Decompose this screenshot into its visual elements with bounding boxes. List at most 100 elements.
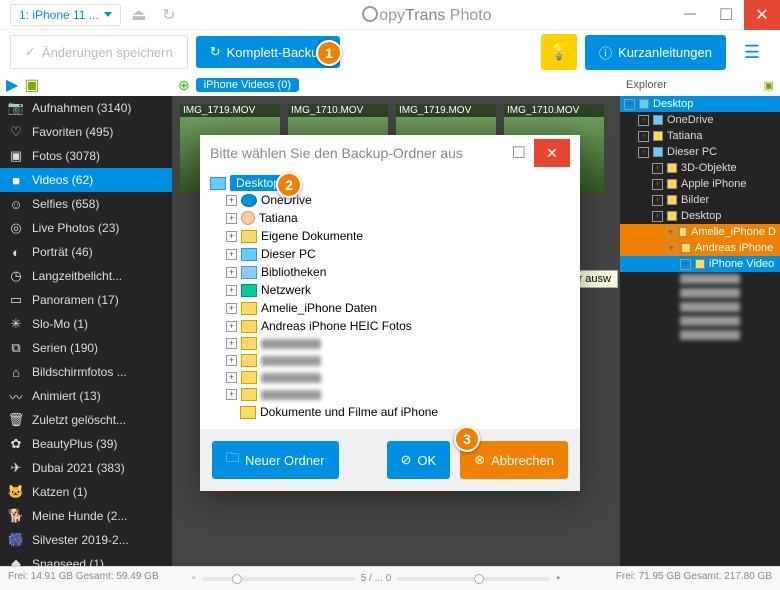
sidebar-item[interactable]: ⌂Bildschirmfotos ... (0, 360, 172, 384)
dialog-close-button[interactable]: ✕ (534, 139, 570, 167)
sidebar-item[interactable]: 🗑Zuletzt gelöscht... (0, 408, 172, 432)
expander-icon[interactable]: + (652, 179, 663, 190)
expander-icon[interactable]: + (226, 285, 237, 296)
tree-item[interactable]: +Apple iPhone (620, 176, 780, 192)
sidebar-item-label: Snapseed (1) (32, 557, 104, 566)
status-bar: Frei: 14.91 GB Gesamt: 59.49 GB ▫ 5 / ..… (0, 566, 780, 590)
sidebar-item[interactable]: 🐕Meine Hunde (2... (0, 504, 172, 528)
folder-tree-item-label[interactable]: Dokumente und Filme auf iPhone (260, 405, 438, 419)
tree-item[interactable]: +Desktop (620, 96, 780, 112)
expander-icon[interactable]: + (226, 389, 237, 400)
folder-tree-item[interactable]: +Bibliotheken (210, 263, 570, 281)
expander-icon[interactable]: + (652, 163, 663, 174)
expander-icon[interactable]: + (226, 321, 237, 332)
expander-icon[interactable]: + (226, 249, 237, 260)
expander-icon[interactable]: + (226, 355, 237, 366)
monitor-icon (653, 147, 663, 157)
expander-icon[interactable]: + (638, 147, 649, 158)
close-button[interactable]: ✕ (744, 0, 780, 30)
album-icon[interactable]: ▣ (24, 75, 39, 95)
dialog-maximize-icon[interactable]: ☐ (512, 143, 526, 163)
sidebar-item[interactable]: ▣Fotos (3078) (0, 144, 172, 168)
expander-icon[interactable]: + (638, 131, 649, 142)
save-changes-button[interactable]: ✓ Änderungen speichern (10, 35, 188, 69)
expander-icon[interactable]: + (652, 211, 663, 222)
refresh-icon[interactable]: ↻ (157, 3, 181, 27)
sidebar-item-icon: ⧉ (8, 340, 24, 356)
expander-icon[interactable]: + (680, 259, 691, 270)
sidebar-item[interactable]: ✳Slo-Mo (1) (0, 312, 172, 336)
expander-icon[interactable]: + (226, 303, 237, 314)
expander-icon[interactable]: + (652, 195, 663, 206)
sidebar-item[interactable]: 🐱Katzen (1) (0, 480, 172, 504)
zoom-in-icon[interactable]: ▪ (556, 573, 560, 584)
plus-icon[interactable]: ⊕ (178, 77, 190, 94)
expander-icon[interactable]: + (226, 338, 237, 349)
tree-item[interactable]: +iPhone Video (620, 256, 780, 272)
folder-tree-item[interactable]: +Andreas iPhone HEIC Fotos (210, 317, 570, 335)
tree-item[interactable]: +Bilder (620, 192, 780, 208)
folder-icon[interactable]: ▣ (764, 79, 774, 92)
sidebar-item[interactable]: ✈Dubai 2021 (383) (0, 456, 172, 480)
play-icon[interactable]: ▶ (6, 75, 18, 95)
expander-icon[interactable]: + (226, 213, 237, 224)
sidebar-item[interactable]: 〰Animiert (13) (0, 384, 172, 408)
tree-item[interactable]: +Andreas iPhone (620, 240, 780, 256)
expander-icon[interactable]: + (666, 243, 677, 254)
folder-tree-item[interactable]: +Dieser PC (210, 245, 570, 263)
sidebar-item[interactable]: ■Videos (62) (0, 168, 172, 192)
device-dropdown[interactable]: 1: iPhone 11 ... (10, 4, 121, 26)
chevron-down-icon (104, 12, 112, 17)
tree-item[interactable]: +Amelie_iPhone D (620, 224, 780, 240)
step-marker-1: 1 (316, 40, 342, 66)
sidebar-item[interactable]: ✿BeautyPlus (39) (0, 432, 172, 456)
folder-icon (667, 163, 677, 173)
sidebar-item-icon: 〰 (8, 388, 24, 404)
folder-icon (241, 354, 257, 367)
sidebar-item[interactable]: ◎Live Photos (23) (0, 216, 172, 240)
expander-icon[interactable]: + (226, 267, 237, 278)
sidebar-item[interactable]: 🎆Silvester 2019-2... (0, 528, 172, 552)
minimize-button[interactable]: ─ (672, 0, 708, 30)
tree-item[interactable]: +3D-Objekte (620, 160, 780, 176)
menu-button[interactable]: ☰ (734, 34, 770, 70)
folder-icon (241, 371, 257, 384)
tree-item[interactable]: +Dieser PC (620, 144, 780, 160)
expander-icon[interactable]: + (624, 99, 635, 110)
zoom-slider[interactable]: ▫ 5 / ... 0 ▪ (192, 567, 560, 590)
sidebar-left: ▶ ▣ 📷Aufnahmen (3140)♡Favoriten (495)▣Fo… (0, 74, 172, 566)
sidebar-item[interactable]: ☺Selfies (658) (0, 192, 172, 216)
folder-tree-item[interactable]: +Amelie_iPhone Daten (210, 299, 570, 317)
new-folder-button[interactable]: 🗀 Neuer Ordner (212, 441, 339, 479)
folder-tree-item[interactable]: +Netzwerk (210, 281, 570, 299)
folder-tree-item[interactable]: +Eigene Dokumente (210, 227, 570, 245)
sidebar-item[interactable]: ◆Snapseed (1) (0, 552, 172, 566)
sidebar-item-icon: ▣ (8, 148, 24, 164)
hint-button[interactable]: 💡 (541, 34, 577, 70)
sidebar-item[interactable]: ▭Panoramen (17) (0, 288, 172, 312)
net-icon (241, 284, 257, 297)
tree-item[interactable]: +Desktop (620, 208, 780, 224)
quickguides-button[interactable]: ⓘ Kurzanleitungen (585, 35, 726, 70)
ok-button[interactable]: ⊘ OK (387, 441, 451, 479)
expander-icon[interactable]: + (638, 115, 649, 126)
tree-item[interactable]: +OneDrive (620, 112, 780, 128)
expander-icon[interactable]: + (226, 231, 237, 242)
sidebar-item[interactable]: ⧉Serien (190) (0, 336, 172, 360)
folder-tree-item[interactable]: +OneDrive (210, 191, 570, 209)
zoom-out-icon[interactable]: ▫ (192, 573, 196, 584)
folder-tree-item[interactable]: +Tatiana (210, 209, 570, 227)
sidebar-item-label: Favoriten (495) (32, 125, 113, 139)
sidebar-item[interactable]: ♡Favoriten (495) (0, 120, 172, 144)
tree-item[interactable]: +Tatiana (620, 128, 780, 144)
expander-icon[interactable]: + (666, 227, 675, 238)
onedrive-icon (653, 115, 663, 125)
expander-icon[interactable]: + (226, 372, 237, 383)
center-header-pill[interactable]: iPhone Videos (0) (196, 78, 299, 92)
maximize-button[interactable]: ☐ (708, 0, 744, 30)
expander-icon[interactable]: + (226, 195, 237, 206)
eject-icon[interactable]: ⏏ (127, 3, 151, 27)
sidebar-item[interactable]: 📷Aufnahmen (3140) (0, 96, 172, 120)
sidebar-item[interactable]: ◐Porträt (46) (0, 240, 172, 264)
sidebar-item[interactable]: ◷Langzeitbelicht... (0, 264, 172, 288)
